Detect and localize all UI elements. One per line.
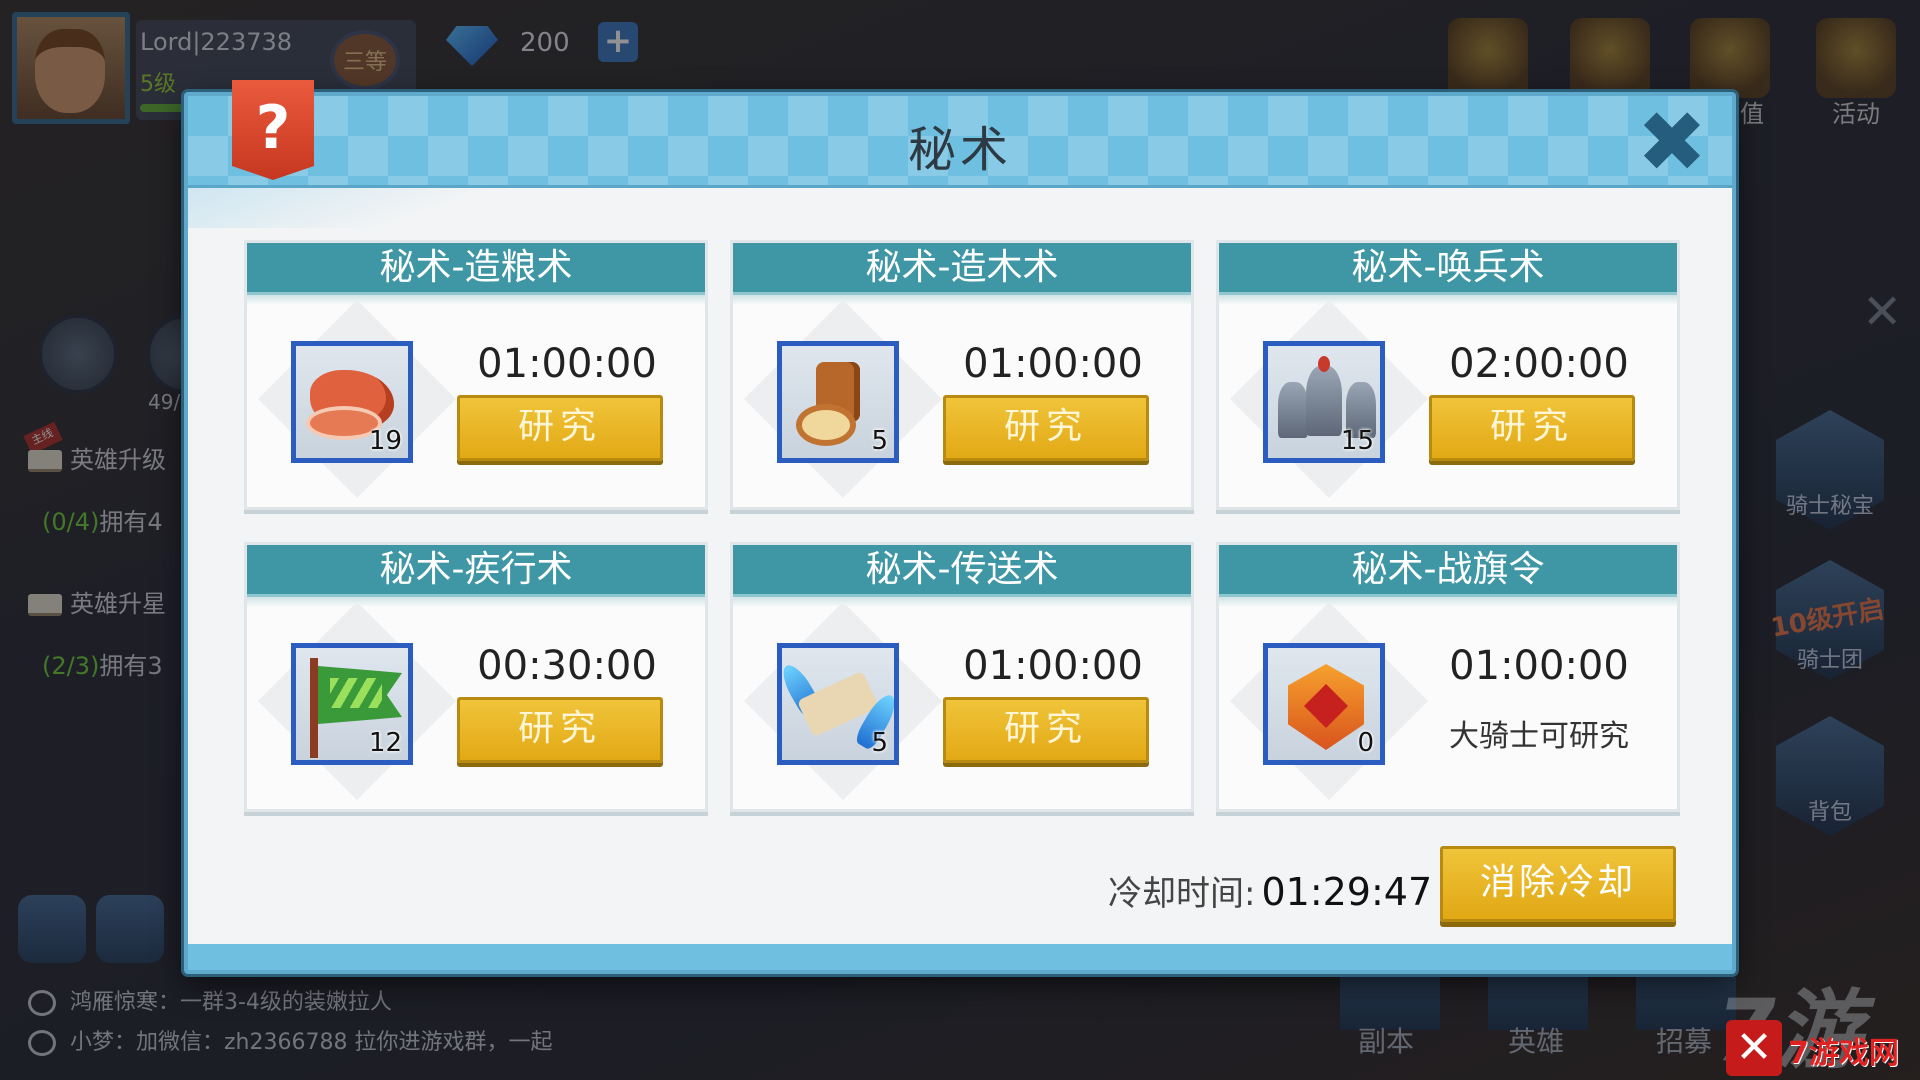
cooldown-time: 01:29:47 [1261, 870, 1433, 914]
side-close-icon[interactable]: ✕ [1862, 284, 1902, 340]
cooldown-label: 冷却时间: [1108, 874, 1256, 914]
card-title: 秘术-造木术 [733, 243, 1191, 305]
knight-corps-label: 骑士团 [1796, 648, 1863, 673]
chat-message[interactable]: 小梦：加微信：zh2366788 拉你进游戏群，一起 [28, 1024, 552, 1056]
dungeon-label: 副本 [1358, 1025, 1415, 1058]
mail-icon[interactable] [1448, 18, 1528, 98]
achievement-button[interactable] [96, 895, 164, 963]
knights-icon[interactable]: 15 [1263, 341, 1385, 463]
card-title: 秘术-传送术 [733, 545, 1191, 607]
gem-count: 200 [520, 28, 570, 58]
player-avatar[interactable] [12, 12, 130, 124]
secret-art-card: 秘术-造木术 5 01:00:00 研究 [730, 240, 1194, 510]
requirement-note: 大骑士可研究 [1449, 719, 1629, 754]
player-level: 5级 [140, 72, 176, 97]
ranking-button[interactable] [18, 895, 86, 963]
knight-treasure-button[interactable] [1776, 410, 1884, 530]
gem-icon [446, 26, 498, 66]
secret-arts-dialog: 秘术 ✖ 秘术-造粮术 19 01:00:00 研究 秘术-造木术 5 01:0… [184, 92, 1736, 974]
hero-label: 英雄 [1508, 1025, 1565, 1058]
item-count: 5 [871, 728, 888, 758]
task-progress: (2/3)拥有3 [42, 652, 163, 680]
close-button[interactable]: ✖ [1632, 100, 1712, 184]
research-time: 01:00:00 [963, 341, 1143, 387]
chat-message[interactable]: 鸿雁惊寒：一群3-4级的装嫩拉人 [28, 984, 392, 1016]
rank-badge[interactable]: 三等 [330, 30, 400, 90]
unlock-tag: 10级开启 [1768, 594, 1887, 644]
card-title: 秘术-唤兵术 [1219, 243, 1677, 305]
book-icon [28, 450, 62, 472]
book-icon [28, 594, 62, 616]
war-banner-icon[interactable]: 0 [1263, 643, 1385, 765]
recruit-label: 招募 [1656, 1025, 1713, 1058]
left-counter: 49/ [148, 390, 181, 414]
item-count: 0 [1357, 728, 1374, 758]
item-count: 5 [871, 426, 888, 456]
research-time: 02:00:00 [1449, 341, 1629, 387]
meat-icon[interactable]: 19 [291, 341, 413, 463]
backpack-button[interactable] [1776, 716, 1884, 836]
add-gems-button[interactable]: + [598, 22, 638, 62]
research-button[interactable]: 研究 [457, 697, 663, 763]
task-tag: 主线 [23, 421, 63, 455]
secret-art-card: 秘术-传送术 5 01:00:00 研究 [730, 542, 1194, 812]
task-title[interactable]: 英雄升星 [28, 584, 166, 619]
card-title: 秘术-疾行术 [247, 545, 705, 607]
wood-icon[interactable]: 5 [777, 341, 899, 463]
item-count: 12 [368, 728, 402, 758]
task-progress: (0/4)拥有4 [42, 508, 163, 536]
card-title: 秘术-造粮术 [247, 243, 705, 305]
value-icon[interactable] [1690, 18, 1770, 98]
value-label: 值 [1740, 100, 1764, 128]
knight-treasure-label: 骑士秘宝 [1785, 494, 1874, 519]
item-count: 19 [368, 426, 402, 456]
help-button[interactable]: ? [232, 80, 314, 180]
watermark-x-icon: ✕ [1726, 1020, 1782, 1076]
backpack-label: 背包 [1807, 800, 1852, 825]
teleport-scroll-icon[interactable]: 5 [777, 643, 899, 765]
research-time: 01:00:00 [963, 643, 1143, 689]
event-label: 活动 [1832, 100, 1880, 128]
research-button[interactable]: 研究 [1429, 395, 1635, 461]
event-icon[interactable] [1816, 18, 1896, 98]
cooldown-status: 冷却时间: 01:29:47 [1108, 866, 1432, 915]
research-time: 00:30:00 [477, 643, 657, 689]
chest-icon[interactable] [1570, 18, 1650, 98]
research-button[interactable]: 研究 [943, 697, 1149, 763]
item-count: 15 [1340, 426, 1374, 456]
research-button[interactable]: 研究 [457, 395, 663, 461]
chat-icon [28, 1030, 56, 1056]
chat-icon [28, 990, 56, 1016]
quest-icon[interactable] [38, 314, 118, 394]
flag-icon[interactable]: 12 [291, 643, 413, 765]
dialog-title: 秘术 [907, 122, 1012, 178]
research-time: 01:00:00 [477, 341, 657, 387]
task-title[interactable]: 英雄升级 [28, 440, 166, 475]
secret-art-card: 秘术-唤兵术 15 02:00:00 研究 [1216, 240, 1680, 510]
clear-cooldown-button[interactable]: 消除冷却 [1440, 846, 1676, 922]
secret-art-card: 秘术-战旗令 0 01:00:00 大骑士可研究 [1216, 542, 1680, 812]
secret-art-card: 秘术-疾行术 12 00:30:00 研究 [244, 542, 708, 812]
research-time: 01:00:00 [1449, 643, 1629, 689]
knight-corps-button[interactable] [1776, 560, 1884, 680]
secret-art-card: 秘术-造粮术 19 01:00:00 研究 [244, 240, 708, 510]
research-button[interactable]: 研究 [943, 395, 1149, 461]
player-name: Lord|223738 [140, 28, 293, 56]
dialog-header: 秘术 ✖ [188, 96, 1732, 188]
card-title: 秘术-战旗令 [1219, 545, 1677, 607]
watermark: ✕ 7游戏网 [1720, 1016, 1920, 1080]
